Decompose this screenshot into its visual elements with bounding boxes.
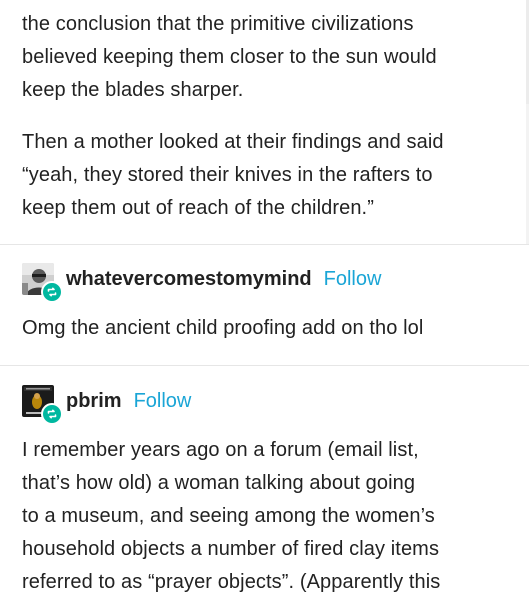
avatar[interactable] — [22, 385, 63, 425]
reblog-header-1: whatevercomestomymind Follow — [22, 260, 382, 303]
reblog-header-2: pbrim Follow — [22, 382, 192, 425]
username-link[interactable]: whatevercomestomymind — [66, 268, 312, 291]
username-link[interactable]: pbrim — [66, 390, 122, 413]
reblog-icon — [41, 281, 63, 303]
post-paragraph-2: Then a mother looked at their findings a… — [22, 131, 444, 219]
post-paragraph-1: the conclusion that the primitive civili… — [22, 13, 437, 101]
avatar[interactable] — [22, 263, 63, 303]
follow-button[interactable]: Follow — [324, 268, 382, 291]
reblog-body-1: Omg the ancient child proofing add on th… — [22, 317, 424, 339]
reblog-body-2: I remember years ago on a forum (email l… — [22, 439, 441, 593]
reblog-icon — [41, 403, 63, 425]
post-divider-1 — [0, 244, 529, 245]
post-divider-2 — [0, 365, 529, 366]
follow-button[interactable]: Follow — [134, 390, 192, 413]
